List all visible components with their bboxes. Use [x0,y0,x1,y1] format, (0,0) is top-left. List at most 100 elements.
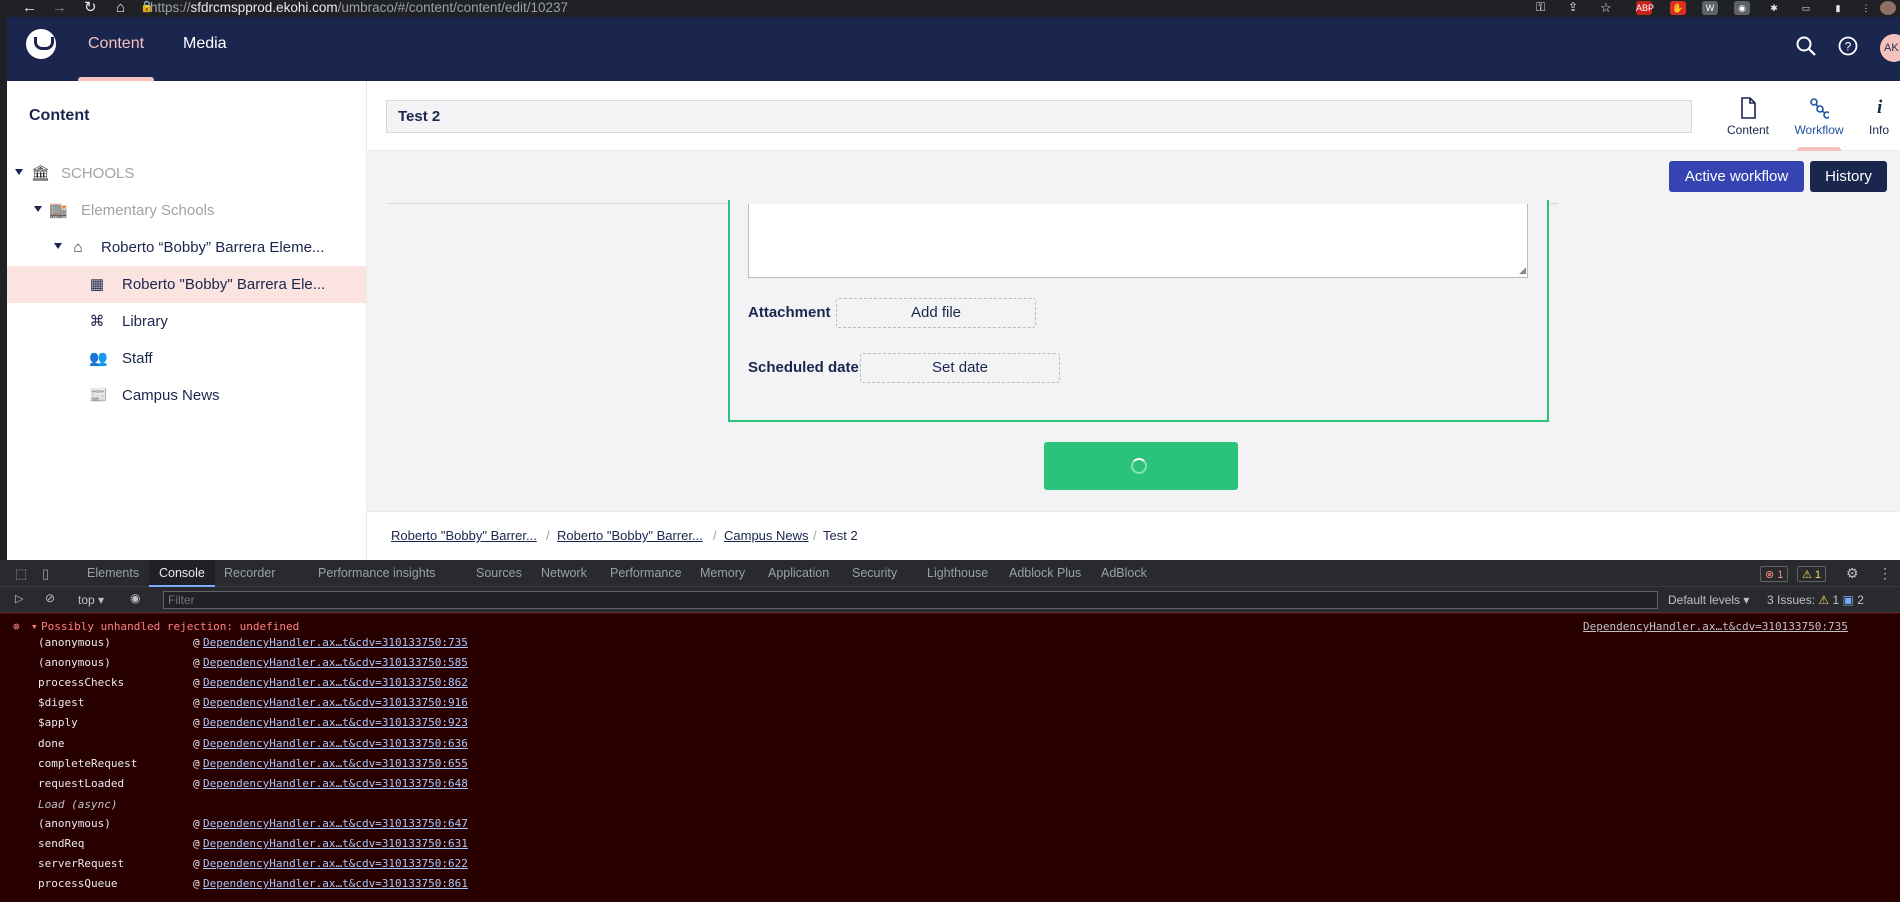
breadcrumb-item[interactable]: Campus News [724,528,809,543]
caret-down-icon[interactable] [15,169,23,175]
inspect-element-icon[interactable]: ⬚ [15,560,27,587]
users-icon: 👥 [89,350,108,367]
stack-frame-source-link[interactable]: DependencyHandler.ax…t&cdv=310133750:648 [203,777,468,790]
tree-node-barrera-elementary[interactable]: ⌂ Roberto “Bobby” Barrera Eleme... [7,229,366,266]
history-button[interactable]: History [1810,161,1887,192]
tree-node-label: Staff [122,350,153,367]
stack-frame-source-link[interactable]: DependencyHandler.ax…t&cdv=310133750:622 [203,857,468,870]
tree-node-elementary-schools[interactable]: 🏬 Elementary Schools [7,192,366,229]
log-levels-dropdown[interactable]: Default levels ▾ [1668,593,1749,607]
devtools-tab-application[interactable]: Application [768,560,829,587]
caret-down-icon[interactable] [34,206,42,212]
stack-frame-at: @ [193,837,200,850]
bookmark-star-icon[interactable]: ☆ [1600,0,1612,17]
device-toolbar-icon[interactable]: ▯ [42,560,49,587]
help-icon[interactable]: ? [1838,36,1858,56]
app-tab-workflow[interactable]: Workflow [1784,81,1854,151]
stack-frame-source-link[interactable]: DependencyHandler.ax…t&cdv=310133750:647 [203,817,468,830]
active-workflow-button[interactable]: Active workflow [1669,161,1804,192]
app-tab-content[interactable]: Content [1713,81,1783,151]
devtools-tab-performance[interactable]: Performance [610,560,682,587]
content-name-input[interactable] [386,100,1692,133]
stack-frame-source-link[interactable]: DependencyHandler.ax…t&cdv=310133750:862 [203,676,468,689]
breadcrumb-item[interactable]: Roberto "Bobby" Barrer... [391,528,537,543]
stack-frame-source-link[interactable]: DependencyHandler.ax…t&cdv=310133750:735 [203,636,468,649]
devtools-tab-memory[interactable]: Memory [700,560,745,587]
app-tab-label: Content [1726,123,1770,137]
devtools-tab-performance-insights[interactable]: Performance insights [318,560,435,587]
camera-extension-icon[interactable]: ◉ [1734,1,1750,15]
search-icon[interactable] [1796,36,1816,56]
set-date-button[interactable]: Set date [860,353,1060,383]
comment-textarea[interactable]: ◢ [748,204,1528,278]
expand-triangle-icon[interactable]: ▾ [31,620,38,633]
add-file-button[interactable]: Add file [836,298,1036,328]
stack-frame-source-link[interactable]: DependencyHandler.ax…t&cdv=310133750:585 [203,656,468,669]
caret-down-icon[interactable] [54,243,62,249]
section-tab-content[interactable]: Content [77,17,155,81]
devtools-tab-elements[interactable]: Elements [87,560,139,587]
devtools-tab-lighthouse[interactable]: Lighthouse [927,560,988,587]
section-tab-media[interactable]: Media [183,17,227,81]
warning-count-badge[interactable]: ⚠ 1 [1797,566,1827,582]
context-selector[interactable]: top ▾ [78,593,104,607]
tree-node-barrera-page-selected[interactable]: ▦ Roberto "Bobby" Barrera Ele... [7,266,366,303]
stack-frame-function: (anonymous) [38,656,111,670]
devtools-tab-network[interactable]: Network [541,560,587,587]
devtools-tab-security[interactable]: Security [852,560,897,587]
sidebar-toggle-icon[interactable]: ▷ [15,592,23,605]
tree-node-schools[interactable]: 🏛 SCHOOLS [7,155,366,192]
share-icon[interactable]: ⇪ [1568,0,1578,17]
stack-frame-at: @ [193,676,200,690]
extensions-puzzle-icon[interactable]: ✱ [1766,1,1782,15]
error-header[interactable]: ⊗ ▾ Possibly unhandled rejection: undefi… [0,620,1900,636]
resize-handle-icon[interactable]: ◢ [1519,265,1526,276]
app-tab-info[interactable]: i Info [1855,81,1900,151]
stack-frame-at: @ [193,636,200,649]
stack-frame-at: @ [193,696,200,710]
tree-node-label: Elementary Schools [81,202,215,219]
devtools-settings-gear-icon[interactable]: ⚙ [1846,560,1859,587]
error-count: 1 [1777,569,1784,581]
context-selector-value: top [78,593,95,607]
adblock-extension-icon[interactable]: ✋ [1670,1,1686,15]
home-icon[interactable]: ⌂ [116,0,125,17]
sidebar-icon[interactable]: ▮ [1830,1,1846,15]
issues-counter[interactable]: 3 Issues: ⚠ 1 ▣ 2 [1767,593,1864,607]
cast-icon[interactable]: ▭ [1798,1,1814,15]
devtools-menu-dots-icon[interactable]: ⋮ [1878,560,1892,587]
stack-frame-function: processQueue [38,877,118,891]
console-filter-input[interactable] [163,591,1658,609]
devtools-tab-recorder[interactable]: Recorder [224,560,275,587]
stack-frame-source-link[interactable]: DependencyHandler.ax…t&cdv=310133750:655 [203,757,468,770]
umbraco-logo-icon[interactable] [26,29,56,59]
stack-frame-source-link[interactable]: DependencyHandler.ax…t&cdv=310133750:636 [203,737,468,750]
error-count-badge[interactable]: ⊗ 1 [1760,566,1789,582]
stack-frame-function: (anonymous) [38,816,111,830]
clear-console-icon[interactable]: ⊘ [45,591,55,605]
devtools-tab-adblock[interactable]: AdBlock [1101,560,1147,587]
stack-frame-source-link[interactable]: DependencyHandler.ax…t&cdv=310133750:916 [203,696,468,709]
tree-node-campus-news[interactable]: 📰 Campus News [7,377,366,414]
menu-dots-icon[interactable]: ⋮ [1858,1,1874,15]
adblock-plus-extension-icon[interactable]: ABP [1636,1,1654,15]
tree-node-library[interactable]: ⌘ Library [7,303,366,340]
address-bar[interactable]: https://sfdrcmspprod.ekohi.com/umbraco/#… [150,0,568,17]
error-source-link[interactable]: DependencyHandler.ax…t&cdv=310133750:735 [1583,620,1848,633]
reload-icon[interactable]: ↻ [84,0,97,17]
devtools-tab-sources[interactable]: Sources [476,560,522,587]
key-icon[interactable]: ⚿ [1536,0,1545,17]
profile-avatar-icon[interactable] [1880,1,1896,15]
user-avatar[interactable]: AK [1880,34,1900,62]
live-expression-eye-icon[interactable]: ◉ [130,591,140,605]
tree-node-staff[interactable]: 👥 Staff [7,340,366,377]
forward-icon[interactable]: → [52,0,67,17]
stack-frame-source-link[interactable]: DependencyHandler.ax…t&cdv=310133750:631 [203,837,468,850]
devtools-tab-adblock-plus[interactable]: Adblock Plus [1009,560,1081,587]
stack-frame-source-link[interactable]: DependencyHandler.ax…t&cdv=310133750:923 [203,716,468,729]
breadcrumb-item[interactable]: Roberto "Bobby" Barrer... [557,528,703,543]
back-icon[interactable]: ← [22,0,37,17]
stack-frame-source-link[interactable]: DependencyHandler.ax…t&cdv=310133750:861 [203,877,468,890]
devtools-tab-console[interactable]: Console [149,560,215,587]
w-extension-icon[interactable]: W [1702,1,1718,15]
